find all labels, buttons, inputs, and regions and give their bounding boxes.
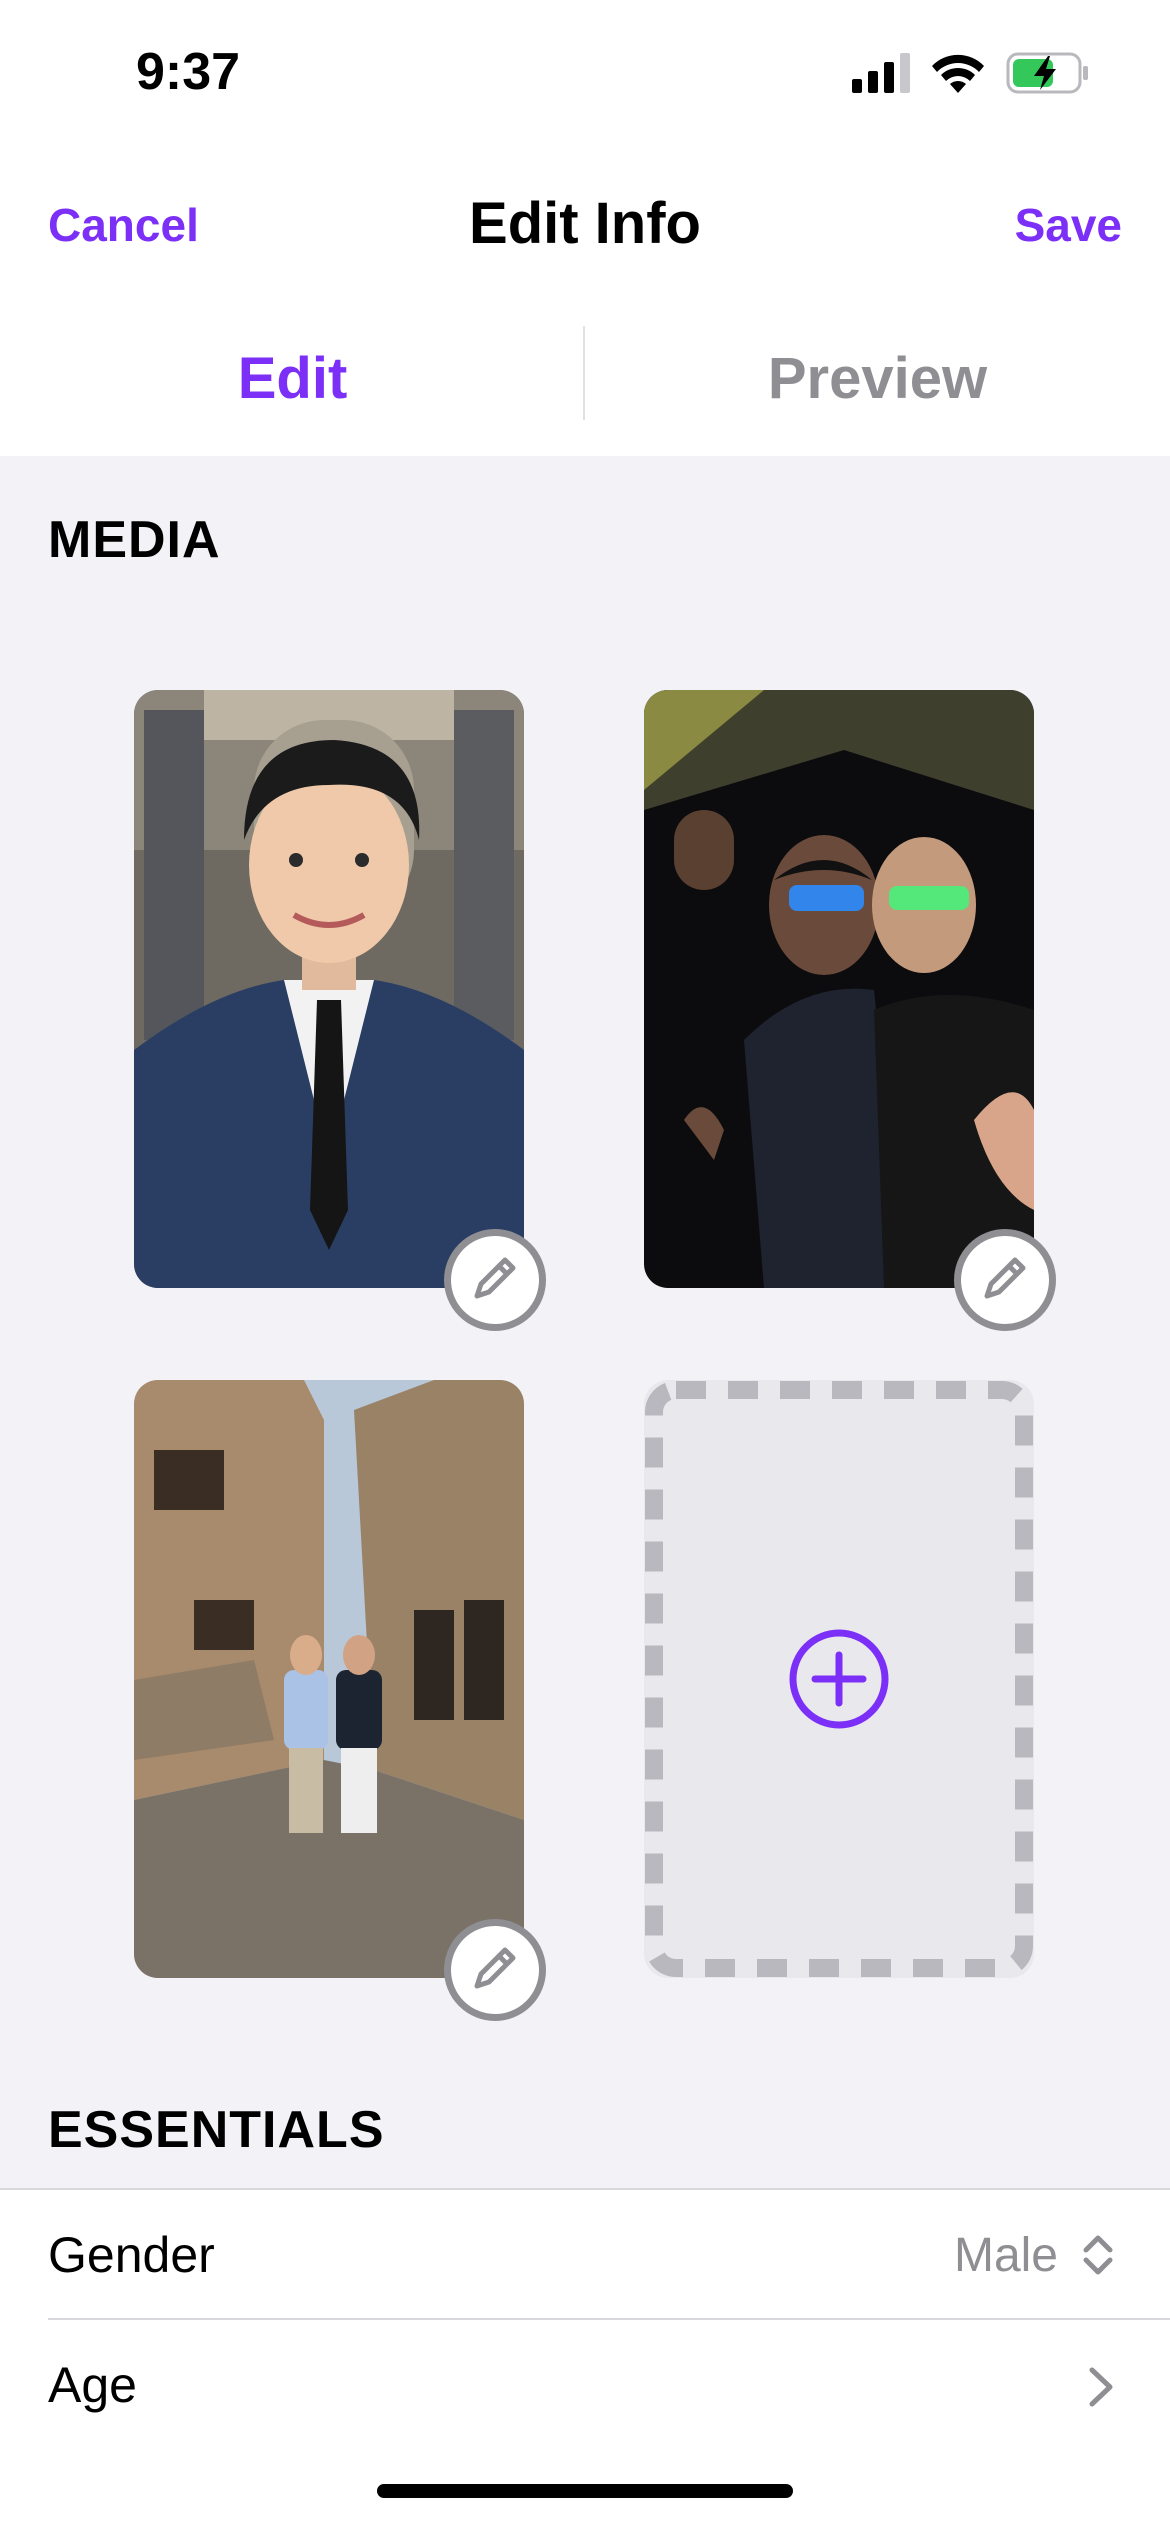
status-time: 9:37 [136, 43, 241, 101]
plus-circle-icon [787, 1627, 891, 1731]
pencil-icon [467, 1940, 523, 2001]
media-photo-2[interactable] [644, 690, 1034, 1288]
home-indicator[interactable] [377, 2484, 793, 2498]
essentials-section-header: ESSENTIALS [48, 2101, 385, 2159]
media-photo-3[interactable] [134, 1380, 524, 1978]
status-bar: 9:37 [0, 0, 1170, 150]
pencil-icon [977, 1250, 1033, 1311]
chevron-up-down-icon [1080, 2230, 1116, 2285]
gender-label: Gender [48, 2227, 215, 2283]
page-title: Edit Info [469, 191, 701, 256]
navigation-bar: Cancel Edit Info Save [0, 150, 1170, 300]
edit-photo-1-button[interactable] [444, 1229, 546, 1331]
tab-edit[interactable]: Edit [0, 300, 585, 456]
age-label: Age [48, 2357, 137, 2413]
gender-value: Male [953, 2229, 1058, 2282]
gender-row[interactable]: Gender Male [0, 2190, 1170, 2320]
media-photo-1[interactable] [134, 690, 524, 1288]
age-row[interactable]: Age [0, 2320, 1170, 2450]
tab-preview[interactable]: Preview [585, 300, 1170, 456]
signal-icon [852, 53, 910, 98]
wifi-icon [932, 53, 984, 98]
status-icons [852, 52, 1090, 99]
segmented-tabs: Edit Preview [0, 300, 1170, 456]
essentials-list: Gender Male Age [0, 2188, 1170, 2532]
edit-photo-3-button[interactable] [444, 1919, 546, 2021]
battery-charging-icon [1006, 52, 1090, 99]
add-photo-slot[interactable] [644, 1380, 1034, 1978]
chevron-right-icon [1086, 2364, 1116, 2415]
save-button[interactable]: Save [1015, 198, 1122, 252]
media-section-header: MEDIA [48, 511, 221, 569]
pencil-icon [467, 1250, 523, 1311]
edit-photo-2-button[interactable] [954, 1229, 1056, 1331]
